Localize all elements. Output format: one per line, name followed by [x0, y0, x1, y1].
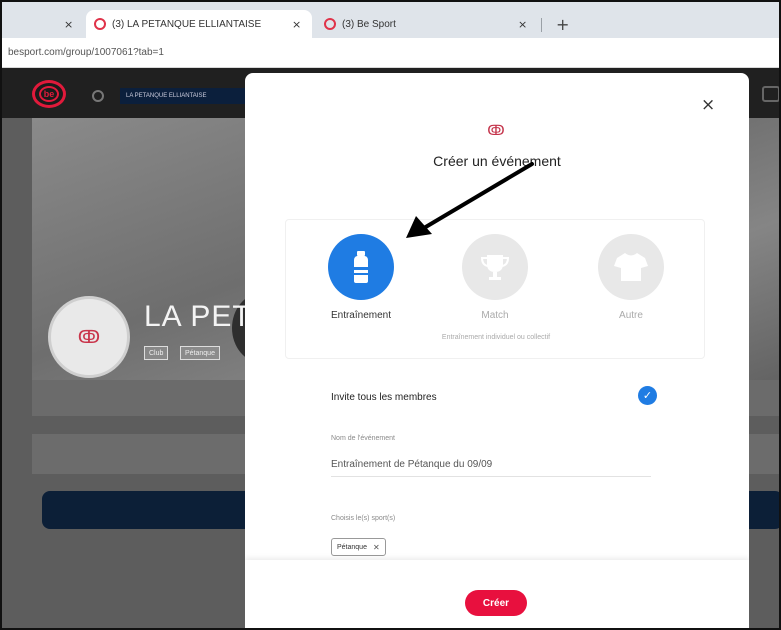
type-match-button[interactable] [462, 234, 528, 300]
tshirt-icon [614, 253, 648, 281]
create-event-modal: × ↂ Créer un événement Entraînement Matc… [245, 73, 749, 628]
event-type-selector: Entraînement Match Autre Entraînement in… [285, 219, 705, 359]
sport-chip-label: Pétanque [337, 543, 367, 551]
browser-tab-2[interactable]: (3) LA PETANQUE ELLIANTAISE × [86, 10, 312, 38]
close-icon[interactable]: × [701, 95, 715, 115]
group-title: LA PET [144, 300, 252, 333]
type-other-button[interactable] [598, 234, 664, 300]
sports-label: Choisis le(s) sport(s) [331, 515, 396, 522]
event-name-input[interactable] [331, 453, 651, 477]
bottle-icon [354, 251, 368, 283]
group-tag: Club [144, 346, 169, 360]
browser-tab-3[interactable]: (3) Be Sport × [318, 10, 540, 38]
annotation-arrow [406, 162, 534, 238]
close-tab-icon[interactable]: × [64, 18, 73, 31]
check-icon: ✓ [642, 389, 653, 402]
besport-logo[interactable]: be [32, 80, 66, 108]
tab-separator [541, 18, 542, 32]
screenshot-frame: × (3) LA PETANQUE ELLIANTAISE × (3) Be S… [0, 0, 781, 630]
remove-chip-icon[interactable]: ✕ [373, 543, 380, 552]
url-text[interactable]: besport.com/group/1007061?tab=1 [8, 47, 164, 58]
close-tab-icon[interactable]: × [292, 18, 301, 31]
modal-footer: Créer [245, 560, 749, 628]
invite-all-checkbox[interactable]: ✓ [638, 386, 657, 405]
event-name-label: Nom de l'événement [331, 435, 395, 442]
address-bar[interactable]: besport.com/group/1007061?tab=1 [2, 38, 779, 68]
trophy-icon [480, 255, 510, 280]
close-tab-icon[interactable]: × [518, 18, 527, 31]
invite-all-label: Invite tous les membres [331, 392, 437, 403]
group-name-chip[interactable]: LA PETANQUE ELLIANTAISE [120, 88, 250, 104]
group-logo-icon: ↂ [487, 121, 505, 138]
group-avatar-icon: ↂ [77, 326, 101, 347]
type-match-label: Match [481, 310, 509, 321]
logo-text: be [39, 86, 59, 102]
tab-favicon-icon [324, 18, 336, 30]
sport-chip[interactable]: Pétanque ✕ [331, 538, 386, 556]
browser-tab-1[interactable]: × [2, 10, 82, 38]
search-icon[interactable] [92, 90, 104, 102]
type-description: Entraînement individuel ou collectif [441, 334, 551, 341]
new-tab-button[interactable]: + [556, 15, 569, 34]
group-tag: Pétanque [180, 346, 220, 360]
group-avatar[interactable]: ↂ [48, 296, 130, 378]
tab-title: (3) Be Sport [342, 18, 396, 30]
tab-title: (3) LA PETANQUE ELLIANTAISE [112, 18, 262, 30]
type-training-button[interactable] [328, 234, 394, 300]
tab-favicon-icon [94, 18, 106, 30]
type-training-label: Entraînement [330, 310, 392, 321]
calendar-icon[interactable] [762, 86, 779, 102]
type-other-label: Autre [619, 310, 643, 321]
browser-tab-bar: × (3) LA PETANQUE ELLIANTAISE × (3) Be S… [2, 2, 779, 38]
create-button[interactable]: Créer [465, 590, 527, 616]
